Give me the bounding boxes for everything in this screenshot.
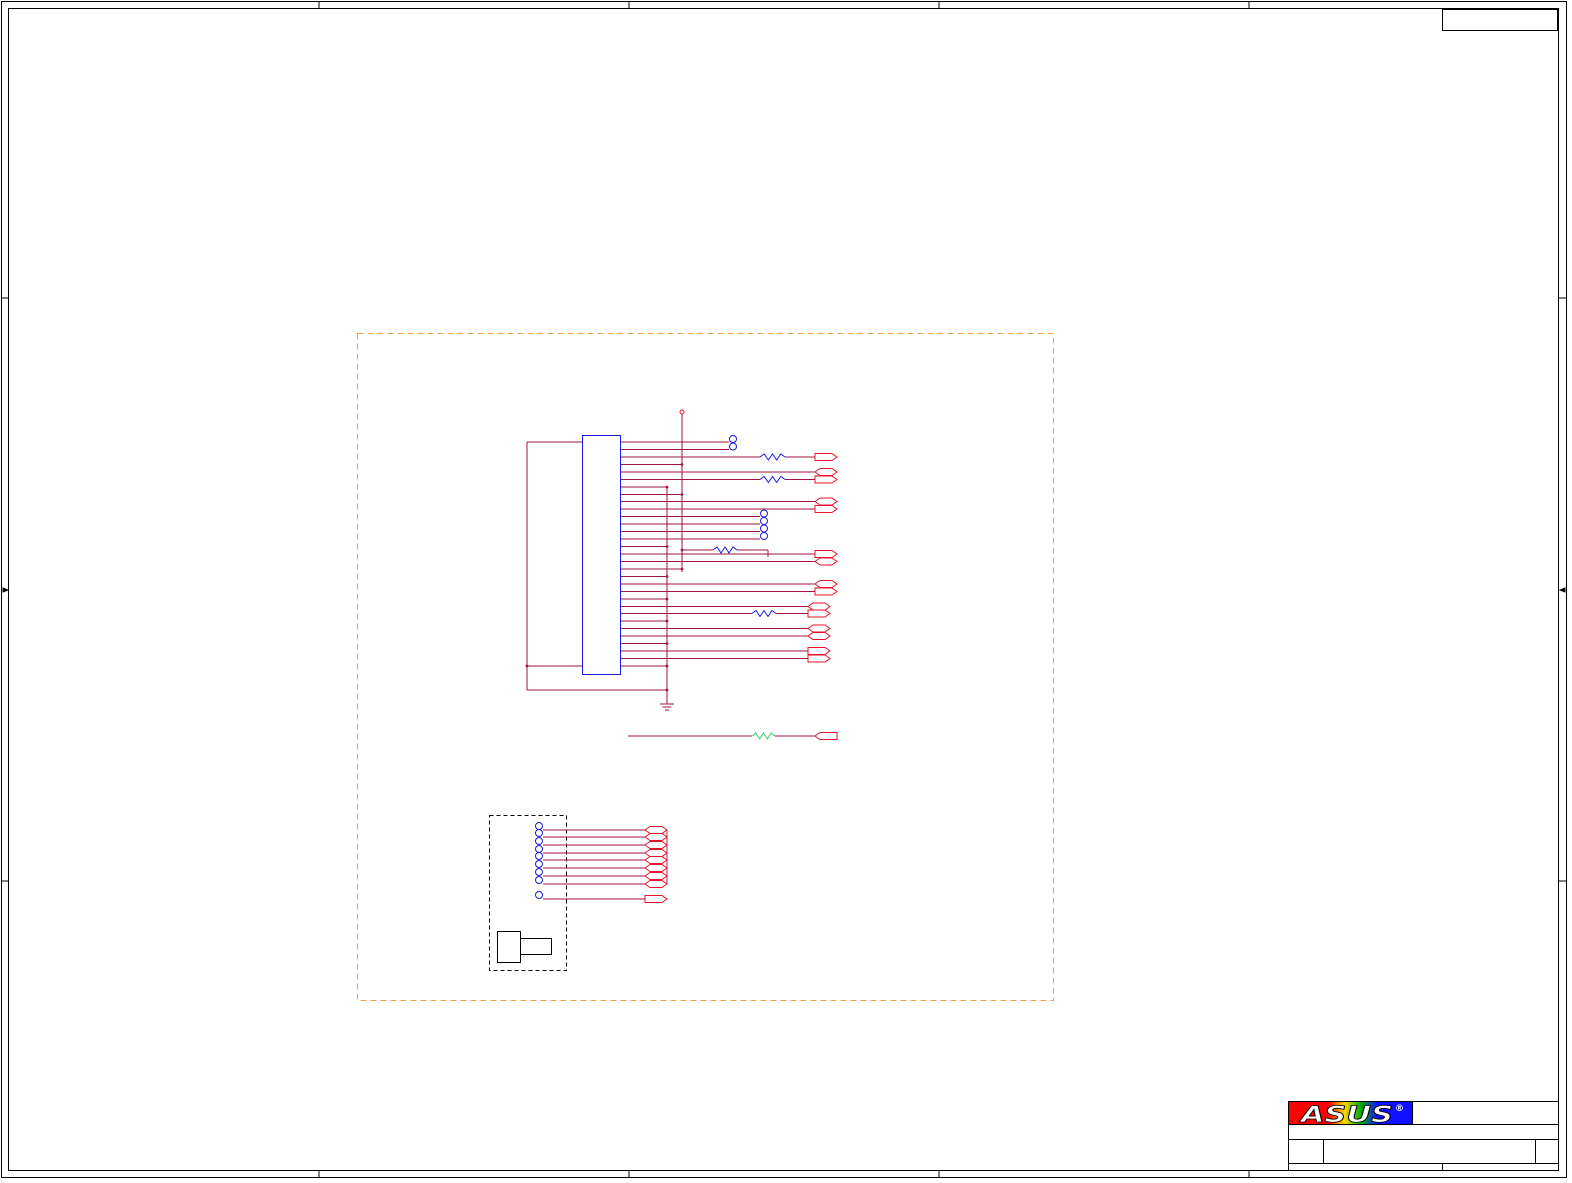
off-page-connector-icon xyxy=(644,895,668,903)
off-page-connector-icon xyxy=(644,833,668,841)
junction-dot xyxy=(665,575,669,578)
drawing-frame xyxy=(1,1,1567,1178)
test-point-icon xyxy=(535,868,543,876)
junction-dot xyxy=(680,463,684,466)
junction-dot xyxy=(665,597,669,601)
test-point-icon xyxy=(535,852,543,860)
test-point-icon xyxy=(760,517,768,525)
junction-dot xyxy=(680,548,684,552)
off-page-connector-icon xyxy=(644,872,668,880)
block-boundary xyxy=(357,333,1054,1001)
off-page-connector-icon xyxy=(807,647,831,655)
off-page-connector-icon xyxy=(644,880,668,888)
test-point-icon xyxy=(760,509,768,518)
mechanical-part xyxy=(497,931,521,963)
off-page-connector-icon xyxy=(814,468,838,476)
test-point-icon xyxy=(729,442,737,451)
mechanical-part xyxy=(520,938,552,955)
off-page-connector-icon xyxy=(644,826,668,834)
connector-body xyxy=(582,435,621,675)
resistor-icon xyxy=(751,609,777,618)
junction-dot xyxy=(665,485,669,489)
off-page-connector-icon xyxy=(814,550,838,558)
junction-dot xyxy=(665,642,669,645)
resistor-icon xyxy=(712,546,738,554)
test-point-icon xyxy=(535,829,543,837)
test-point-icon xyxy=(760,532,768,540)
off-page-connector-icon xyxy=(644,864,668,872)
zone-arrow-icon xyxy=(1558,587,1566,593)
off-page-connector-icon xyxy=(807,654,831,663)
off-page-connector-icon xyxy=(807,602,831,611)
junction-dot xyxy=(525,664,529,668)
off-page-connector-icon xyxy=(807,632,831,640)
test-point-icon xyxy=(729,435,737,443)
schematic-sheet: ASUS ® xyxy=(1,1,1567,1178)
logo-text: ASUS xyxy=(1298,1103,1393,1128)
junction-dot xyxy=(665,545,669,548)
off-page-connector-icon xyxy=(814,497,838,506)
junction-dot xyxy=(665,664,669,668)
resistor-icon xyxy=(759,453,786,461)
junction-dot xyxy=(680,567,684,571)
test-point-icon xyxy=(535,837,543,845)
test-point-icon xyxy=(535,891,543,899)
resistor-icon xyxy=(759,475,786,484)
off-page-connector-icon xyxy=(644,841,668,849)
off-page-connector-icon xyxy=(644,856,668,864)
off-page-connector-icon xyxy=(814,732,838,740)
off-page-connector-icon xyxy=(807,624,831,633)
test-point-icon xyxy=(535,860,543,868)
resistor-icon xyxy=(751,732,776,740)
test-point-icon xyxy=(535,845,543,853)
off-page-connector-icon xyxy=(644,849,668,857)
off-page-connector-icon xyxy=(814,453,838,461)
off-page-connector-icon xyxy=(814,580,838,588)
sheet-number-box xyxy=(1442,9,1558,31)
test-point-icon xyxy=(535,822,543,830)
test-point-icon xyxy=(760,524,768,533)
schematic-circuit xyxy=(489,409,838,971)
power-node-icon xyxy=(679,409,685,415)
zone-arrow-icon xyxy=(2,587,10,593)
test-point-icon xyxy=(535,876,543,884)
outer-border xyxy=(1,1,1567,1178)
off-page-connector-icon xyxy=(814,505,838,513)
junction-dot xyxy=(680,493,684,496)
inner-border xyxy=(8,8,1559,1171)
registered-mark: ® xyxy=(1395,1104,1404,1114)
module-outline xyxy=(489,815,567,971)
junction-dot xyxy=(665,619,669,623)
off-page-connector-icon xyxy=(807,609,831,618)
off-page-connector-icon xyxy=(814,475,838,484)
off-page-connector-icon xyxy=(814,557,838,566)
off-page-connector-icon xyxy=(814,587,838,596)
